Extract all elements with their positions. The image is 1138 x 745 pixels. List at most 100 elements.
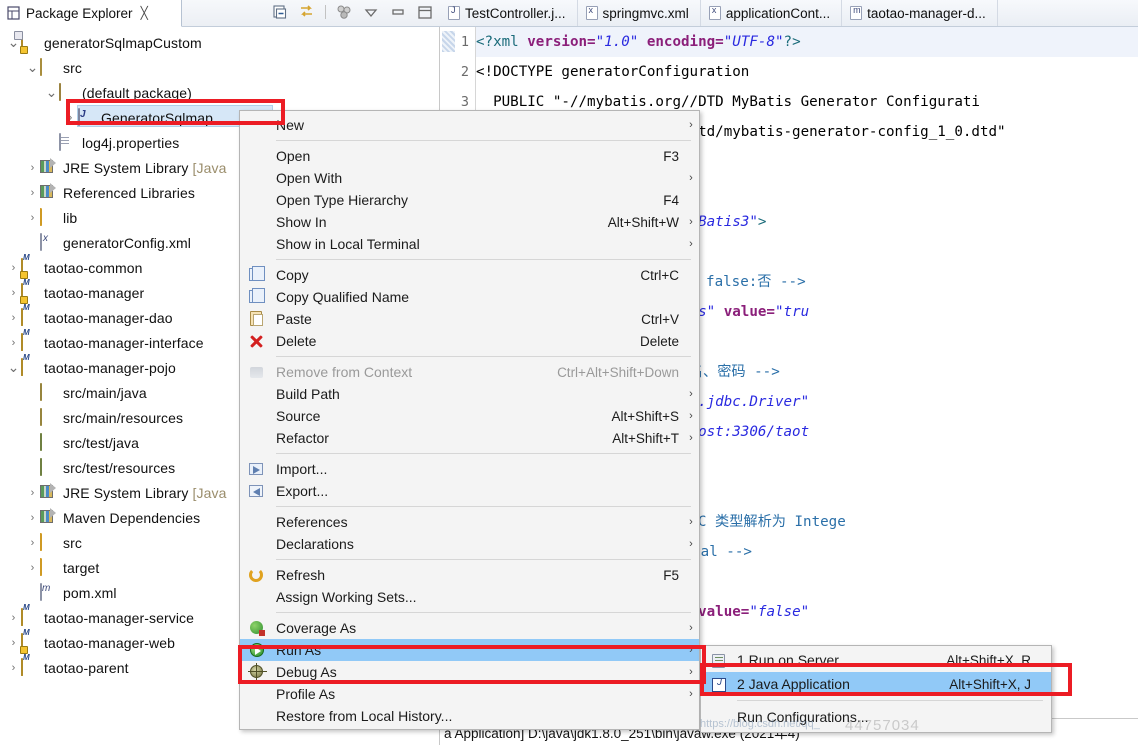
context-menu-item[interactable]: Refactor Alt+Shift+T › <box>240 427 699 449</box>
context-menu-item[interactable]: Copy Qualified Name <box>240 286 699 308</box>
menu-icon-slot <box>240 189 276 211</box>
context-menu-item[interactable]: Assign Working Sets... <box>240 586 699 608</box>
code-line: <!DOCTYPE generatorConfiguration <box>476 64 750 80</box>
editor-tab-label: springmvc.xml <box>602 5 689 21</box>
context-menu-item[interactable]: Profile As › <box>240 683 699 705</box>
context-menu-item[interactable]: Copy Ctrl+C <box>240 264 699 286</box>
submenu-item-shortcut: Alt+Shift+X, R <box>946 652 1031 668</box>
chevron-right-icon[interactable]: › <box>6 337 21 349</box>
copyqual-icon <box>240 286 276 308</box>
submenu-item[interactable]: 1 Run on Server Alt+Shift+X, R <box>701 648 1051 672</box>
menu-item-shortcut: Alt+Shift+T <box>612 430 679 446</box>
menu-item-label: Open <box>276 148 311 164</box>
submenu-arrow-icon: › <box>689 538 693 550</box>
file-icon <box>59 132 78 152</box>
tree-item-label: target <box>63 559 100 576</box>
editor-tab[interactable]: m taotao-manager-d... <box>842 0 998 26</box>
context-menu-item[interactable]: Coverage As › <box>240 617 699 639</box>
chevron-right-icon[interactable]: › <box>25 512 40 524</box>
tab-package-explorer[interactable]: Package Explorer ╳ <box>0 0 182 27</box>
submenu-item[interactable]: 2 Java Application Alt+Shift+X, J <box>701 672 1051 696</box>
chevron-right-icon[interactable]: › <box>25 537 40 549</box>
chevron-right-icon[interactable]: › <box>25 487 40 499</box>
menu-item-label: Run As <box>276 642 322 658</box>
chevron-right-icon[interactable]: › <box>6 612 21 624</box>
tree-item[interactable]: ⌄ generatorSqlmapCustom <box>0 30 439 55</box>
chevron-right-icon[interactable]: › <box>6 287 21 299</box>
menu-icon-slot <box>240 683 276 705</box>
minimize-icon[interactable] <box>389 3 407 21</box>
chevron-right-icon[interactable]: › <box>6 662 21 674</box>
context-menu-item[interactable]: Paste Ctrl+V <box>240 308 699 330</box>
chevron-right-icon[interactable]: › <box>63 112 78 124</box>
editor-tab[interactable]: J TestController.j... <box>440 0 578 26</box>
collapse-all-icon[interactable] <box>271 3 289 21</box>
context-menu-item[interactable]: Open With › <box>240 167 699 189</box>
context-menu-item[interactable]: Declarations › <box>240 533 699 555</box>
chevron-right-icon[interactable]: › <box>25 562 40 574</box>
chevron-down-icon[interactable]: ⌄ <box>6 359 21 376</box>
context-menu-item[interactable]: Export... <box>240 480 699 502</box>
code-line: <?xml version="1.0" encoding="UTF-8"?> <box>476 27 1138 57</box>
submenu-arrow-icon: › <box>689 516 693 528</box>
context-menu-item[interactable]: References › <box>240 511 699 533</box>
chevron-right-icon[interactable]: › <box>25 162 40 174</box>
copy-icon <box>240 264 276 286</box>
submenu-item-label: 1 Run on Server <box>737 652 839 668</box>
submenu-item-shortcut: Alt+Shift+X, J <box>949 676 1031 692</box>
menu-item-label: References <box>276 514 348 530</box>
watermark-url: https://blog.csdn.net/qq_ <box>700 718 820 730</box>
context-menu-item[interactable]: New › <box>240 114 699 136</box>
mproj-icon <box>21 607 40 627</box>
tree-item[interactable]: ⌄ (default package) <box>0 80 439 105</box>
run-icon <box>240 639 276 661</box>
menu-item-label: New <box>276 117 305 133</box>
context-menu-item[interactable]: Delete Delete <box>240 330 699 352</box>
context-menu-item[interactable]: Build Path › <box>240 383 699 405</box>
context-menu-item[interactable]: Restore from Local History... <box>240 705 699 727</box>
context-menu-item[interactable]: Refresh F5 <box>240 564 699 586</box>
submenu-arrow-icon: › <box>689 432 693 444</box>
mvn-icon <box>40 582 59 602</box>
menu-item-label: Coverage As <box>276 620 357 636</box>
link-with-editor-icon[interactable] <box>298 3 316 21</box>
menu-item-label: Build Path <box>276 386 340 402</box>
tree-item-label: src/main/resources <box>63 409 184 426</box>
context-menu-item[interactable]: Open F3 <box>240 145 699 167</box>
coverage-icon <box>240 617 276 639</box>
submenu-arrow-icon: › <box>689 410 693 422</box>
editor-tab-label: taotao-manager-d... <box>867 5 986 21</box>
tree-item-label: taotao-common <box>44 259 143 276</box>
chevron-down-icon[interactable]: ⌄ <box>44 84 59 101</box>
context-menu[interactable]: New › Open F3 Open With › Open Type Hierarchy F… <box>239 110 700 730</box>
context-menu-item[interactable]: Debug As › <box>240 661 699 683</box>
view-menu-icon[interactable] <box>362 3 380 21</box>
context-menu-item[interactable]: Open Type Hierarchy F4 <box>240 189 699 211</box>
tree-item-label: src/main/java <box>63 384 147 401</box>
focus-active-task-icon[interactable] <box>335 3 353 21</box>
tree-item[interactable]: ⌄ src <box>0 55 439 80</box>
tree-item-label: (default package) <box>82 84 192 101</box>
folder-icon <box>40 532 59 552</box>
tree-item-label: log4j.properties <box>82 134 180 151</box>
close-icon[interactable]: ╳ <box>141 6 148 20</box>
context-menu-item[interactable]: Source Alt+Shift+S › <box>240 405 699 427</box>
lib-icon <box>40 159 59 177</box>
editor-tab[interactable]: x applicationCont... <box>701 0 843 26</box>
menu-icon-slot <box>240 405 276 427</box>
maven-file-icon: m <box>850 5 863 20</box>
context-menu-item[interactable]: Show In Alt+Shift+W › <box>240 211 699 233</box>
chevron-down-icon[interactable]: ⌄ <box>25 59 40 76</box>
context-menu-item[interactable]: Import... <box>240 458 699 480</box>
context-menu-item[interactable]: Show in Local Terminal › <box>240 233 699 255</box>
menu-icon-slot <box>240 427 276 449</box>
maximize-icon[interactable] <box>416 3 434 21</box>
chevron-right-icon[interactable]: › <box>25 187 40 199</box>
context-menu-item[interactable]: Run As › <box>240 639 699 661</box>
editor-tab[interactable]: x springmvc.xml <box>578 0 701 26</box>
chevron-right-icon[interactable]: › <box>6 637 21 649</box>
chevron-right-icon[interactable]: › <box>25 212 40 224</box>
chevron-right-icon[interactable]: › <box>6 312 21 324</box>
tree-item-label: taotao-manager-dao <box>44 309 173 326</box>
chevron-right-icon[interactable]: › <box>6 262 21 274</box>
